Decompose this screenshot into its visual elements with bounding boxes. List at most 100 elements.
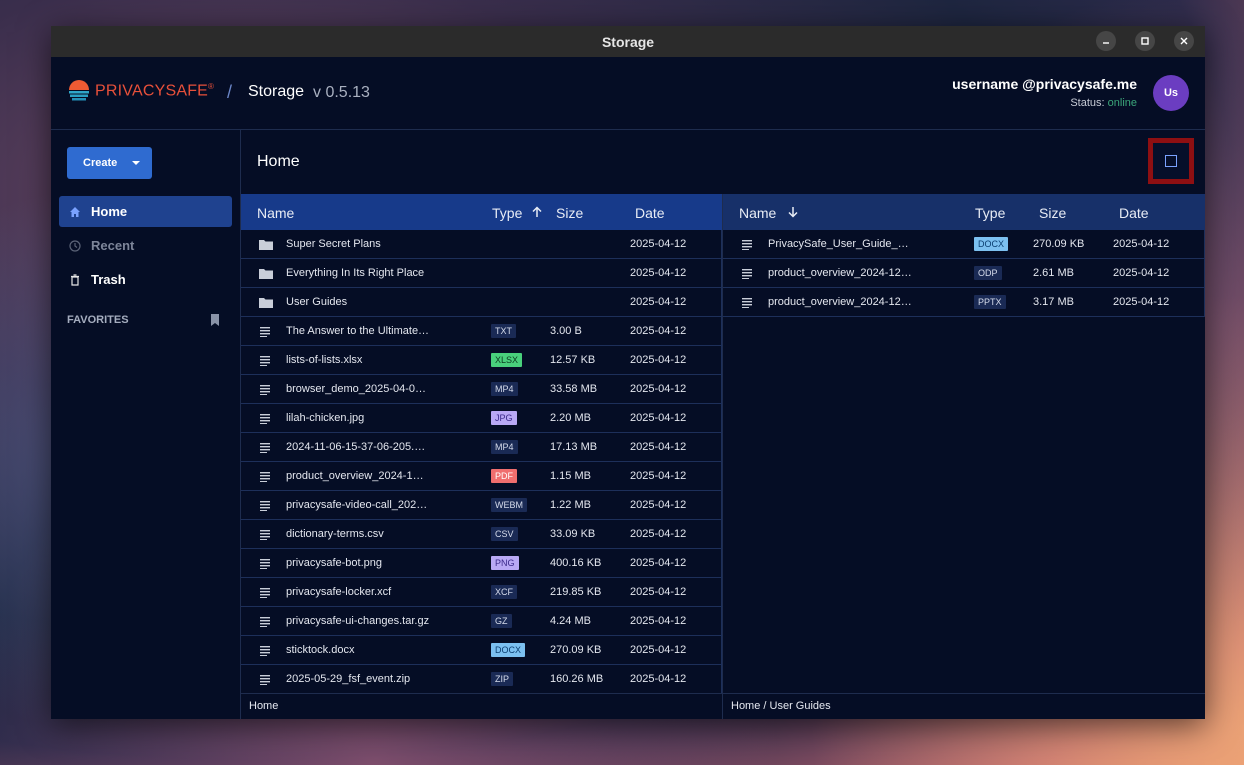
file-size: 3.00 B xyxy=(550,325,582,337)
column-header-size[interactable]: Size xyxy=(1039,205,1066,221)
arrow-down-icon[interactable] xyxy=(787,206,799,218)
table-row[interactable]: privacysafe-bot.png PNG 400.16 KB 2025-04-1… xyxy=(241,549,722,578)
right-pane-path: Home / User Guides xyxy=(731,700,831,712)
file-name: product_overview_2024-12… xyxy=(768,267,912,279)
left-pane-footer: Home xyxy=(241,693,722,719)
file-type-badge: TXT xyxy=(491,324,516,338)
file-type-badge: DOCX xyxy=(491,643,526,657)
right-table-header: Name Type Size Date xyxy=(723,194,1205,230)
table-row[interactable]: User Guides 2025-04-12 xyxy=(241,288,722,317)
file-type-badge: ODP xyxy=(974,266,1002,280)
folder-icon xyxy=(259,298,273,308)
file-name: lilah-chicken.jpg xyxy=(286,412,365,424)
bookmark-icon[interactable] xyxy=(210,314,220,326)
table-row[interactable]: dictionary-terms.csv CSV 33.09 KB 2025-04-1… xyxy=(241,520,722,549)
privacysafe-logo[interactable]: PRIVACYSAFE® xyxy=(67,79,214,103)
file-date: 2025-04-12 xyxy=(630,296,687,308)
file-lines-icon xyxy=(260,443,270,453)
table-row[interactable]: product_overview_2024-12… PPTX 3.17 MB 2025… xyxy=(723,288,1205,317)
column-header-type[interactable]: Type xyxy=(975,205,1005,221)
column-header-name[interactable]: Name xyxy=(257,205,294,221)
brand-mark: ® xyxy=(208,81,215,91)
file-type-badge: XLSX xyxy=(491,353,523,367)
table-row[interactable]: 2024-11-06-15-37-06-205.… MP4 17.13 MB 2025… xyxy=(241,433,722,462)
sidebar-item-home[interactable]: Home xyxy=(59,196,232,227)
file-type-badge: PNG xyxy=(491,556,519,570)
column-header-date[interactable]: Date xyxy=(1119,205,1149,221)
file-name: 2025-05-29_fsf_event.zip xyxy=(286,673,411,685)
left-table-header: Name Type Size Date xyxy=(241,194,722,230)
file-date: 2025-04-12 xyxy=(630,412,687,424)
right-pane-footer: Home / User Guides xyxy=(723,693,1205,719)
left-pane-path: Home xyxy=(249,700,279,712)
file-date: 2025-04-12 xyxy=(630,673,687,685)
home-icon xyxy=(70,206,80,217)
file-lines-icon xyxy=(260,646,270,656)
file-name: privacysafe-video-call_202… xyxy=(286,499,428,511)
minimize-icon xyxy=(1103,42,1109,44)
dual-pane-toggle-button[interactable] xyxy=(1148,138,1194,184)
column-header-date[interactable]: Date xyxy=(635,205,665,221)
avatar[interactable]: Us xyxy=(1153,75,1189,111)
file-date: 2025-04-12 xyxy=(630,325,687,337)
file-size: 160.26 MB xyxy=(550,673,604,685)
file-date: 2025-04-12 xyxy=(630,615,687,627)
table-row[interactable]: Everything In Its Right Place 2025-04-12 xyxy=(241,259,722,288)
folder-icon xyxy=(259,269,273,279)
file-size: 400.16 KB xyxy=(550,557,602,569)
column-header-name[interactable]: Name xyxy=(739,205,776,221)
app-version: v 0.5.13 xyxy=(313,84,370,101)
file-date: 2025-04-12 xyxy=(630,586,687,598)
file-size: 219.85 KB xyxy=(550,586,602,598)
file-lines-icon xyxy=(260,472,270,482)
file-date: 2025-04-12 xyxy=(630,470,687,482)
table-row[interactable]: product_overview_2024-1… PDF 1.15 MB 2025-0… xyxy=(241,462,722,491)
minimize-button[interactable] xyxy=(1096,31,1116,51)
file-size: 4.24 MB xyxy=(550,615,591,627)
create-button[interactable]: Create xyxy=(67,147,152,179)
header-separator: / xyxy=(227,82,233,102)
table-row[interactable]: product_overview_2024-12… ODP 2.61 MB 2025-… xyxy=(723,259,1205,288)
table-row[interactable]: lilah-chicken.jpg JPG 2.20 MB 2025-04-12 xyxy=(241,404,722,433)
file-name: The Answer to the Ultimate… xyxy=(286,325,430,337)
file-lines-icon xyxy=(260,675,270,685)
table-row[interactable]: Super Secret Plans 2025-04-12 xyxy=(241,230,722,259)
table-row[interactable]: lists-of-lists.xlsx XLSX 12.57 KB 2025-04-1… xyxy=(241,346,722,375)
app-header: PRIVACYSAFE® / Storage v 0.5.13 username… xyxy=(51,57,1205,130)
file-size: 270.09 KB xyxy=(550,644,602,656)
table-row[interactable]: The Answer to the Ultimate… TXT 3.00 B 2025… xyxy=(241,317,722,346)
column-header-type[interactable]: Type xyxy=(492,205,522,221)
file-size: 270.09 KB xyxy=(1033,238,1085,250)
file-date: 2025-04-12 xyxy=(630,499,687,511)
file-size: 33.58 MB xyxy=(550,383,598,395)
table-row[interactable]: sticktock.docx DOCX 270.09 KB 2025-04-12 xyxy=(241,636,722,665)
column-header-size[interactable]: Size xyxy=(556,205,583,221)
arrow-up-icon[interactable] xyxy=(531,206,543,218)
create-button-label: Create xyxy=(83,157,118,169)
table-row[interactable]: privacysafe-locker.xcf XCF 219.85 KB 2025-0… xyxy=(241,578,722,607)
file-name: privacysafe-bot.png xyxy=(286,557,382,569)
table-row[interactable]: PrivacySafe_User_Guide_… DOCX 270.09 KB 202… xyxy=(723,230,1205,259)
app-name: Storage xyxy=(248,83,305,100)
table-row[interactable]: privacysafe-video-call_202… WEBM 1.22 MB 20… xyxy=(241,491,722,520)
file-size: 3.17 MB xyxy=(1033,296,1074,308)
table-row[interactable]: browser_demo_2025-04-0… MP4 33.58 MB 2025-0… xyxy=(241,375,722,404)
file-type-badge: ZIP xyxy=(491,672,514,686)
table-row[interactable]: privacysafe-ui-changes.tar.gz GZ 4.24 MB 20… xyxy=(241,607,722,636)
file-name: Super Secret Plans xyxy=(286,238,381,250)
file-name: sticktock.docx xyxy=(286,644,355,656)
file-type-badge: MP4 xyxy=(491,382,518,396)
sidebar-item-trash[interactable]: Trash xyxy=(59,264,232,295)
file-type-badge: GZ xyxy=(491,614,512,628)
clock-icon xyxy=(69,239,81,252)
right-file-pane: Name Type Size Date PrivacySafe_User_Gui… xyxy=(723,194,1205,719)
sidebar-item-recent[interactable]: Recent xyxy=(59,230,232,261)
file-name: privacysafe-locker.xcf xyxy=(286,586,392,598)
file-type-badge: DOCX xyxy=(974,237,1009,251)
table-row[interactable]: 2025-05-29_fsf_event.zip ZIP 160.26 MB 2025… xyxy=(241,665,722,694)
user-status: Status: online xyxy=(952,97,1137,109)
close-button[interactable] xyxy=(1174,31,1194,51)
maximize-button[interactable] xyxy=(1135,31,1155,51)
file-size: 12.57 KB xyxy=(550,354,596,366)
file-name: Everything In Its Right Place xyxy=(286,267,425,279)
